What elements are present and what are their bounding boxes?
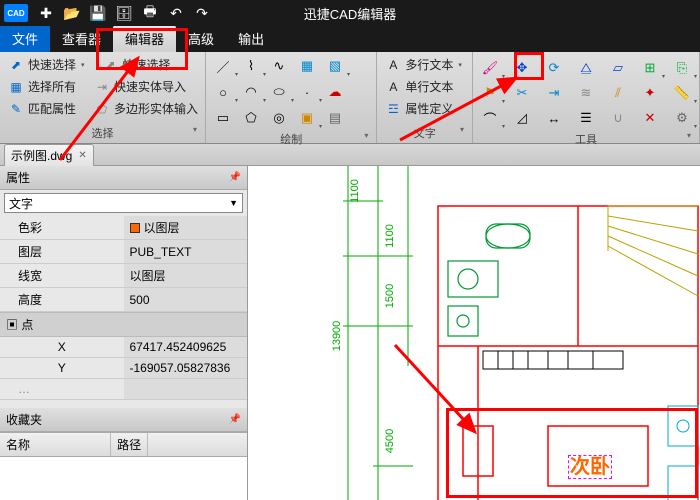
attr-def-button[interactable]: ☲属性定义 [383, 99, 466, 118]
svg-text:13900: 13900 [331, 321, 343, 352]
group-select-label: 选择 [6, 123, 199, 143]
favorites-list[interactable]: 名称 路径 [0, 432, 247, 500]
attr-icon: ☲ [385, 101, 401, 117]
copy-tool-icon[interactable]: ⎘▾ [671, 57, 693, 79]
explode-icon[interactable]: ✦ [639, 82, 661, 104]
polygon-input-button[interactable]: ⬠多边形实体输入 [92, 99, 200, 118]
select-all-icon: ▦ [8, 79, 24, 95]
insert-icon[interactable]: ▤ [324, 107, 346, 129]
properties-panel-header: 属性📌 [0, 166, 247, 190]
trim-icon[interactable]: ✂ [511, 82, 533, 104]
polygon-tool-icon[interactable]: ⬠ [240, 107, 262, 129]
group-text-label: 文字 [383, 123, 466, 143]
document-tab[interactable]: 示例图.dwg ✕ [4, 144, 94, 166]
svg-text:1100: 1100 [349, 179, 361, 203]
entity-import-button[interactable]: ⇥快速实体导入 [92, 77, 188, 96]
quick-select-sub-button[interactable]: ⬈快速选择 [101, 55, 173, 74]
mtext-button[interactable]: A多行文本▾ [383, 55, 466, 74]
ellipse-icon[interactable]: ⬭▾ [268, 81, 290, 103]
quick-select-button[interactable]: ⬈快速选择▾ [6, 55, 87, 74]
entity-type-combo[interactable]: 文字▼ [4, 193, 243, 213]
polygon-icon: ⬠ [94, 101, 110, 117]
tab-file[interactable]: 文件 [0, 25, 50, 52]
prop-category-point[interactable]: ▣ 点 [0, 312, 247, 337]
properties-icon[interactable]: ⚙▾ [671, 107, 693, 129]
room-label: 次卧 [568, 450, 612, 479]
svg-text:1100: 1100 [384, 224, 396, 248]
fillet-icon[interactable]: ⌒▾ [479, 107, 501, 129]
circle-icon[interactable]: ○▾ [212, 81, 234, 103]
stext-button[interactable]: A单行文本 [383, 77, 466, 96]
hatch-icon[interactable]: ▦ [296, 55, 318, 77]
align-icon[interactable]: ☰ [575, 107, 597, 129]
pin-icon[interactable]: 📌 [229, 172, 241, 183]
join-icon[interactable]: ∪ [607, 107, 629, 129]
move-icon[interactable]: ✥ [511, 57, 533, 79]
line-icon[interactable]: ／▾ [212, 55, 234, 77]
scale-icon[interactable]: ▱ [607, 57, 629, 79]
block-icon[interactable]: ▣▾ [296, 107, 318, 129]
tab-viewer[interactable]: 查看器 [50, 25, 113, 52]
import-icon: ⇥ [94, 79, 110, 95]
select-all-button[interactable]: ▦选择所有 [6, 77, 78, 96]
document-name: 示例图.dwg [11, 147, 72, 164]
group-tools-label: 工具 [479, 129, 693, 149]
stext-icon: A [385, 79, 401, 95]
array-icon[interactable]: ⊞▾ [639, 57, 661, 79]
tab-editor[interactable]: 编辑器 [113, 25, 176, 52]
app-logo: CAD [4, 4, 28, 22]
open-icon[interactable]: 📂 [62, 3, 82, 23]
spline-icon[interactable]: ∿ [268, 55, 290, 77]
extend-icon[interactable]: ⇥ [543, 82, 565, 104]
region-icon[interactable]: ▧▾ [324, 55, 346, 77]
svg-text:4500: 4500 [384, 429, 396, 453]
break-icon[interactable]: ≋ [575, 82, 597, 104]
tab-advanced[interactable]: 高级 [176, 25, 226, 52]
rotate-icon[interactable]: ⟳ [543, 57, 565, 79]
new-icon[interactable]: ✚ [36, 3, 56, 23]
property-grid[interactable]: 色彩以图层 图层PUB_TEXT 线宽以图层 高度500 ▣ 点 X67417.… [0, 216, 247, 400]
measure-icon[interactable]: 📏▾ [671, 82, 693, 104]
app-title: 迅捷CAD编辑器 [304, 4, 396, 23]
chamfer-icon[interactable]: ◿ [511, 107, 533, 129]
donut-icon[interactable]: ◎ [268, 107, 290, 129]
paint-icon[interactable]: 🖌▾ [479, 57, 501, 79]
highlight-icon[interactable]: ⚑▾ [479, 82, 501, 104]
arc-icon[interactable]: ◠▾ [240, 81, 262, 103]
point-icon[interactable]: ·▾ [296, 81, 318, 103]
saveas-icon[interactable]: 🗄 [114, 3, 134, 23]
print-icon[interactable]: 🖶 [140, 3, 160, 23]
cloud-icon[interactable]: ☁ [324, 81, 346, 103]
cursor-icon: ⬈ [8, 57, 24, 73]
stretch-icon[interactable]: ↔ [543, 107, 565, 129]
match-icon: ✎ [8, 101, 24, 117]
redo-icon[interactable]: ↷ [192, 3, 212, 23]
polyline-icon[interactable]: ⌇▾ [240, 55, 262, 77]
group-draw-label: 绘制 [212, 129, 370, 149]
save-icon[interactable]: 💾 [88, 3, 108, 23]
pin-icon[interactable]: 📌 [229, 414, 241, 425]
drawing-canvas[interactable]: 1100 1100 1500 13900 4500 次卧 [248, 166, 700, 500]
favorites-panel-header: 收藏夹📌 [0, 408, 247, 432]
rect-icon[interactable]: ▭ [212, 107, 234, 129]
svg-text:1500: 1500 [384, 284, 396, 308]
tab-output[interactable]: 输出 [226, 25, 276, 52]
undo-icon[interactable]: ↶ [166, 3, 186, 23]
mirror-icon[interactable]: ⧋ [575, 57, 597, 79]
color-swatch [130, 223, 140, 233]
match-props-button[interactable]: ✎匹配属性 [6, 99, 78, 118]
cursor-icon: ⬈ [103, 57, 119, 73]
mtext-icon: A [385, 57, 401, 73]
close-doc-icon[interactable]: ✕ [78, 150, 86, 161]
offset-icon[interactable]: ⫽ [607, 82, 629, 104]
erase-icon[interactable]: ✕ [639, 107, 661, 129]
